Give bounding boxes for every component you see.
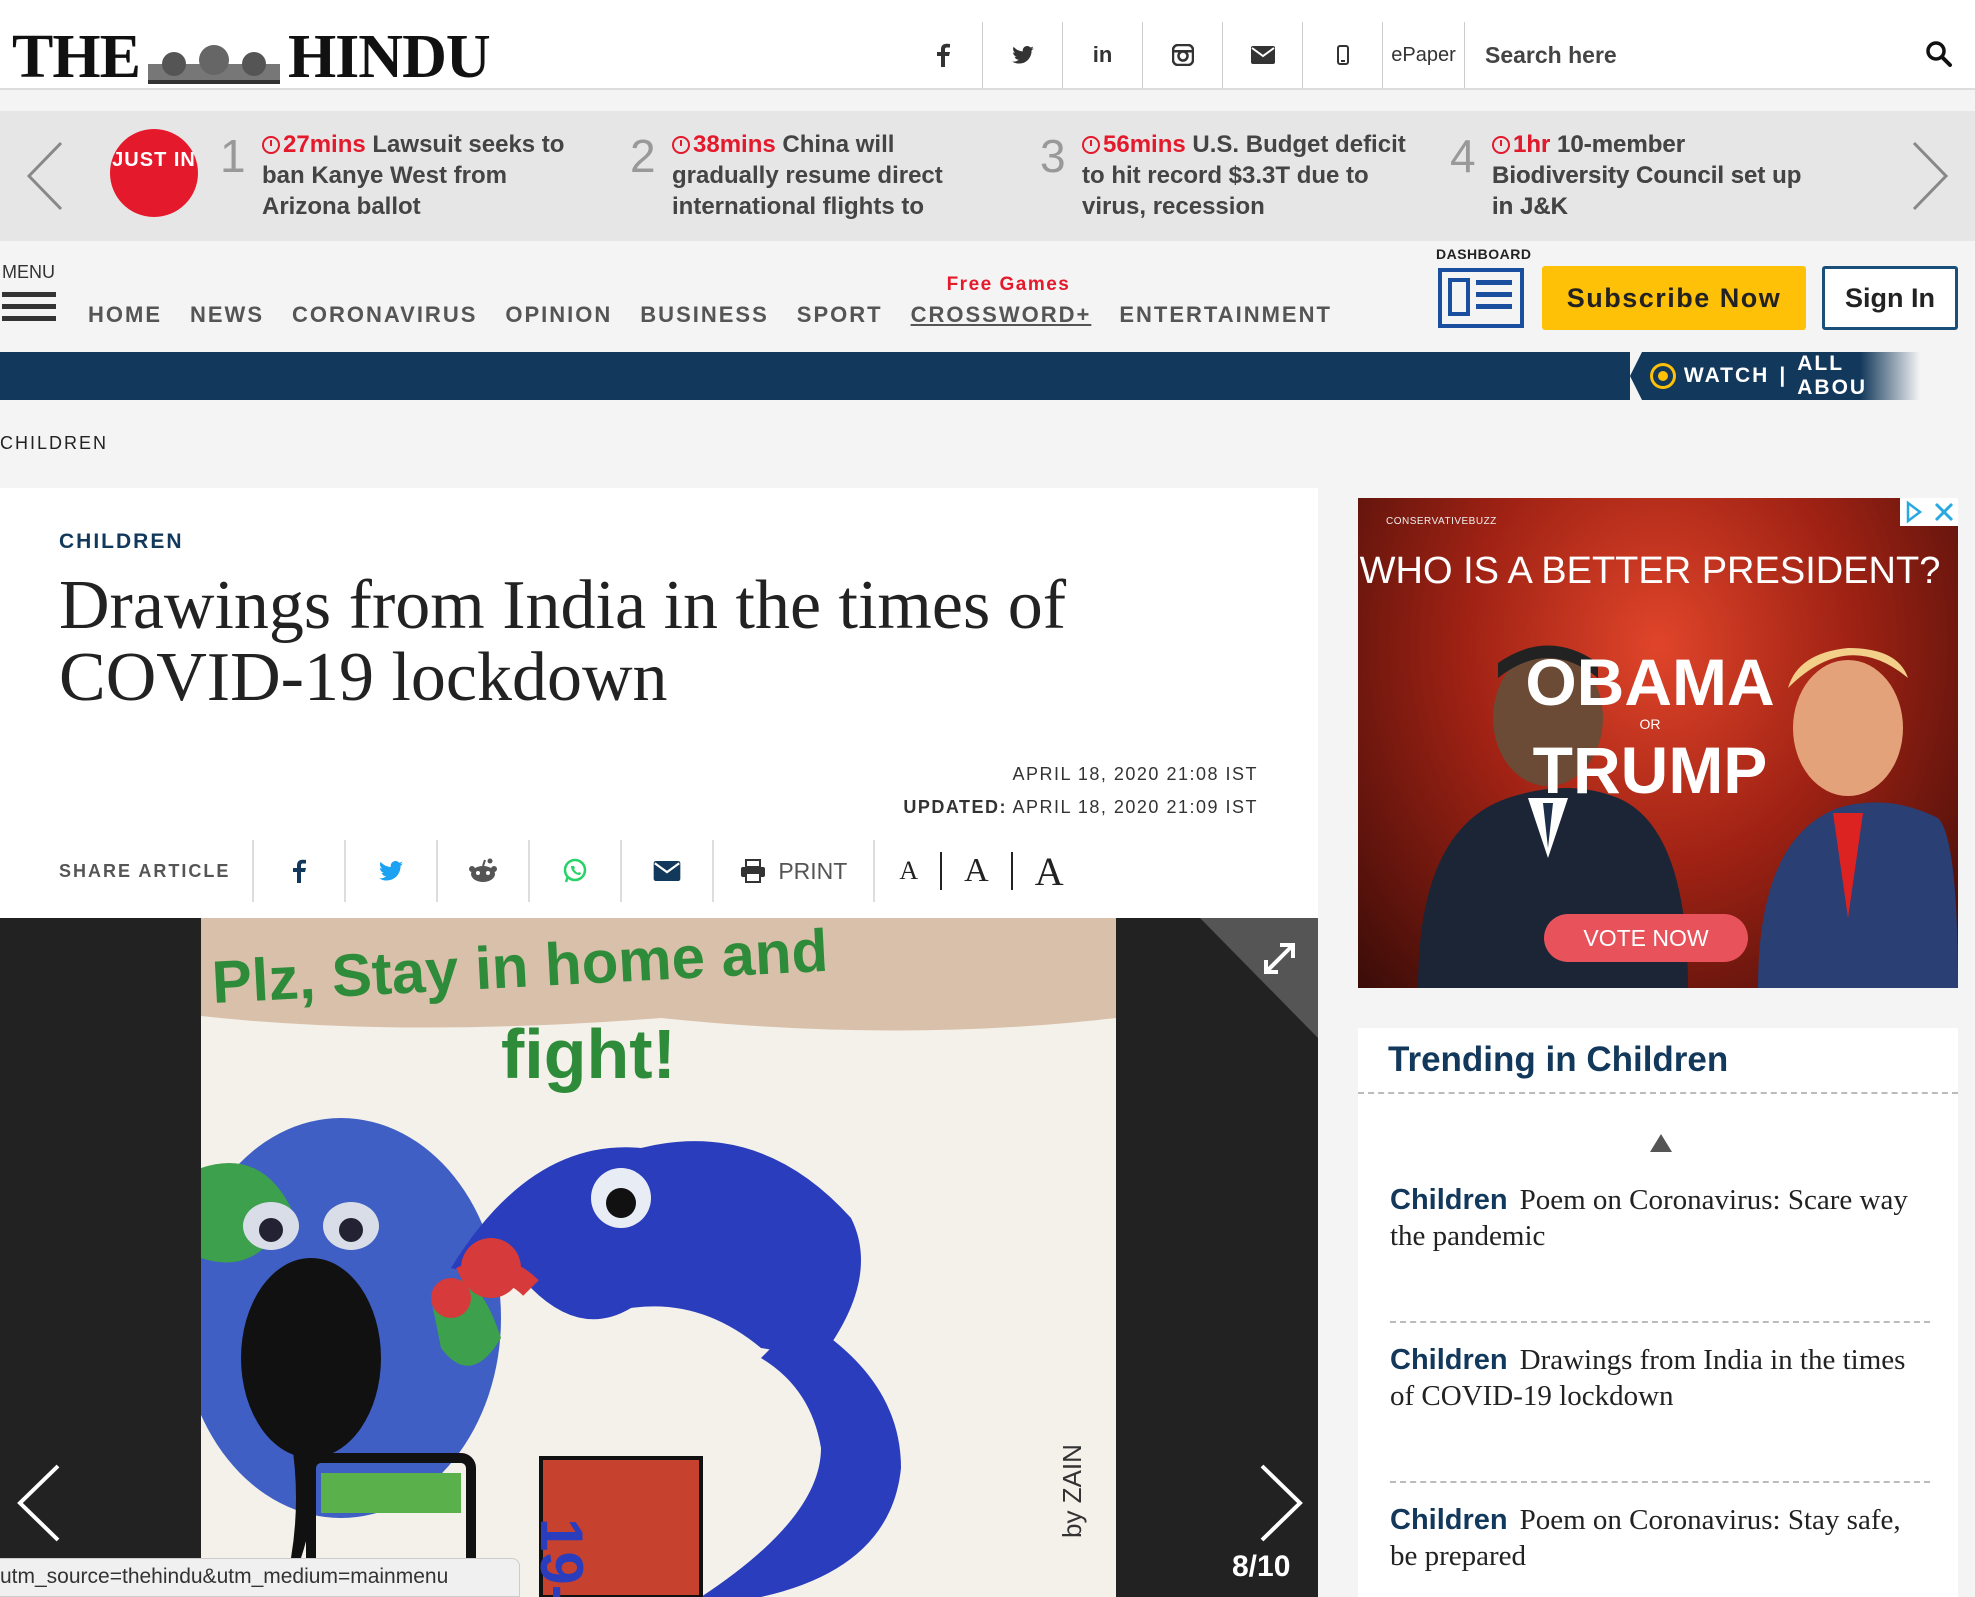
svg-text:by ZAIN: by ZAIN <box>1057 1444 1087 1538</box>
gallery-prev-button[interactable] <box>10 1458 70 1548</box>
search-box <box>1475 22 1975 88</box>
ad-choices-icon[interactable] <box>1900 498 1958 526</box>
instagram-icon[interactable] <box>1143 22 1223 88</box>
ad-option-1: OBAMA <box>1525 645 1775 719</box>
clock-icon <box>1492 136 1510 154</box>
font-size-small[interactable]: A <box>899 856 918 886</box>
page-title: Drawings from India in the times of COVI… <box>59 567 1067 716</box>
clock-icon <box>262 136 280 154</box>
ad-question: WHO IS A BETTER PRESIDENT? <box>1359 550 1941 592</box>
font-size-controls: A A A <box>875 848 1063 895</box>
logo-text-hindu: HINDU <box>287 23 491 91</box>
font-size-medium[interactable]: A <box>964 852 989 890</box>
svg-text:19-: 19- <box>528 1518 595 1597</box>
ticker-item[interactable]: 3 56mins U.S. Budget deficit to hit reco… <box>1040 129 1440 229</box>
share-mail-icon[interactable] <box>622 840 712 902</box>
top-header: THE HINDU in ePaper Search here <box>0 0 1975 93</box>
ad-brand: CONSERVATIVEBUZZ <box>1386 516 1497 527</box>
trending-panel: Trending in Children Children Poem on Cor… <box>1358 1028 1958 1597</box>
browser-status-url: utm_source=thehindu&utm_medium=mainmenu <box>0 1558 520 1597</box>
search-input[interactable] <box>1485 41 1885 69</box>
nav-item-opinion[interactable]: OPINION <box>505 302 612 328</box>
ad-option-2: TRUMP <box>1532 733 1768 807</box>
nav-items: HOME NEWS CORONAVIRUS OPINION BUSINESS S… <box>88 274 1360 328</box>
ticker-item[interactable]: 1 27mins Lawsuit seeks to ban Kanye West… <box>220 129 620 229</box>
trending-item[interactable]: Children Drawings from India in the times… <box>1390 1342 1930 1414</box>
sign-in-button[interactable]: Sign In <box>1822 266 1958 330</box>
twitter-icon[interactable] <box>983 22 1063 88</box>
scroll-up-icon[interactable] <box>1650 1134 1672 1152</box>
just-in-ticker: JUST IN 1 27mins Lawsuit seeks to ban Ka… <box>0 111 1975 241</box>
social-links: in ePaper <box>903 22 1465 88</box>
blue-banner <box>0 352 1630 400</box>
article-section[interactable]: CHILDREN <box>59 530 184 554</box>
dashboard-icon[interactable] <box>1438 268 1524 328</box>
share-facebook-icon[interactable] <box>254 840 344 902</box>
gallery-counter: 8/10 <box>1232 1550 1291 1583</box>
image-gallery: Plz, Stay in home and fight! 19- by ZAIN… <box>0 918 1318 1597</box>
hamburger-menu-icon[interactable] <box>2 292 56 328</box>
free-games-tag: Free Games <box>946 274 1071 295</box>
play-icon <box>1650 363 1676 389</box>
ticker-item[interactable]: 2 38mins China will gradually resume dir… <box>630 129 1030 229</box>
clock-icon <box>672 136 690 154</box>
nav-item-sport[interactable]: SPORT <box>797 302 883 328</box>
just-in-badge: JUST IN <box>110 129 198 217</box>
print-icon <box>741 859 766 883</box>
nav-item-home[interactable]: HOME <box>88 302 162 328</box>
article-dates: APRIL 18, 2020 21:08 IST UPDATED: APRIL … <box>903 758 1258 824</box>
mail-icon[interactable] <box>1223 22 1303 88</box>
share-reddit-icon[interactable] <box>438 840 528 902</box>
share-whatsapp-icon[interactable] <box>530 840 620 902</box>
linkedin-icon[interactable]: in <box>1063 22 1143 88</box>
published-date: APRIL 18, 2020 21:08 IST <box>1012 764 1258 784</box>
search-icon[interactable] <box>1925 40 1953 68</box>
ad-or: OR <box>1639 716 1661 732</box>
updated-date: APRIL 18, 2020 21:09 IST <box>1012 797 1258 817</box>
article-card: CHILDREN Drawings from India in the time… <box>0 488 1318 1597</box>
menu-label[interactable]: MENU <box>2 262 55 283</box>
trending-item[interactable]: Children Poem on Coronavirus: Stay safe, … <box>1390 1502 1930 1574</box>
font-size-large[interactable]: A <box>1035 848 1064 895</box>
breadcrumb[interactable]: CHILDREN <box>0 433 108 454</box>
ticker-prev-button[interactable] <box>0 111 90 241</box>
gallery-next-button[interactable] <box>1250 1458 1310 1548</box>
nav-item-crossword[interactable]: Free Games CROSSWORD+ <box>911 274 1092 328</box>
logo-text-the: THE <box>12 23 141 91</box>
site-logo[interactable]: THE HINDU <box>12 22 491 93</box>
trending-item[interactable]: Children Poem on Coronavirus: Scare way t… <box>1390 1182 1930 1254</box>
nav-item-entertainment[interactable]: ENTERTAINMENT <box>1119 302 1332 328</box>
watch-banner[interactable]: WATCH | ALL ABOU <box>1630 352 1920 400</box>
facebook-icon[interactable] <box>903 22 983 88</box>
svg-text:fight!: fight! <box>501 1015 676 1093</box>
share-label: SHARE ARTICLE <box>59 860 231 881</box>
dashboard-label: DASHBOARD <box>1436 246 1532 262</box>
gallery-image[interactable]: Plz, Stay in home and fight! 19- by ZAIN <box>201 918 1116 1597</box>
advertisement[interactable]: CONSERVATIVEBUZZ WHO IS A BETTER PRESIDE… <box>1358 498 1958 988</box>
mobile-icon[interactable] <box>1303 22 1383 88</box>
subscribe-button[interactable]: Subscribe Now <box>1542 266 1806 330</box>
print-button[interactable]: PRINT <box>714 840 873 902</box>
expand-button[interactable] <box>1200 918 1318 1038</box>
nav-item-business[interactable]: BUSINESS <box>640 302 768 328</box>
share-toolbar: SHARE ARTICLE PRINT A A A <box>59 840 1064 902</box>
nav-item-coronavirus[interactable]: CORONAVIRUS <box>292 302 477 328</box>
logo-emblem-icon <box>144 35 284 84</box>
share-twitter-icon[interactable] <box>346 840 436 902</box>
epaper-link[interactable]: ePaper <box>1383 22 1465 88</box>
ad-vote-button[interactable]: VOTE NOW <box>1544 914 1748 962</box>
ticker-next-button[interactable] <box>1885 111 1975 241</box>
trending-title: Trending in Children <box>1388 1040 1729 1079</box>
clock-icon <box>1082 136 1100 154</box>
ticker-item[interactable]: 4 1hr 10-member Biodiversity Council set… <box>1450 129 1850 229</box>
nav-item-news[interactable]: NEWS <box>190 302 264 328</box>
